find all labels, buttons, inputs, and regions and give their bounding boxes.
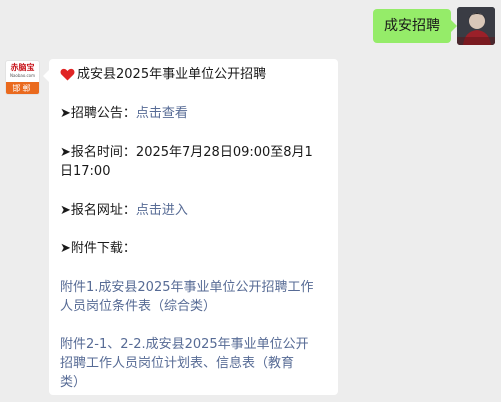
time-value-part2: 日17:00 — [60, 164, 111, 179]
bot-logo-top: 赤脑宝 Naobao.com — [6, 61, 39, 82]
notice-label: 招聘公告： — [70, 106, 136, 121]
attach-label: 附件下载： — [70, 241, 136, 256]
arrow-icon: ➤ — [60, 145, 71, 160]
incoming-message-bubble: 成安县2025年事业单位公开招聘 ➤招聘公告：点击查看 ➤报名时间：2025年7… — [43, 59, 338, 395]
attachment-2-link[interactable]: 附件2-1、2-2.成安县2025年事业单位公开 招聘工作人员岗位计划表、信息表… — [60, 335, 328, 392]
arrow-icon: ➤ — [60, 241, 71, 256]
outgoing-message-bubble[interactable]: 成安招聘 — [373, 9, 457, 43]
url-label: 报名网址： — [70, 203, 136, 218]
notice-link[interactable]: 点击查看 — [136, 106, 188, 121]
user-avatar[interactable] — [457, 7, 495, 45]
chat-window: 成安招聘 赤脑宝 Naobao.com 邯郸 成安县2025年事业单位公开招聘 … — [0, 0, 501, 402]
url-link[interactable]: 点击进入 — [136, 203, 188, 218]
attachment-2-line-1: 附件2-1、2-2.成安县2025年事业单位公开 — [60, 337, 309, 352]
attachment-2-line-2: 招聘工作人员岗位计划表、信息表（教育 — [60, 356, 295, 371]
time-row: ➤报名时间：2025年7月28日09:00至8月1 — [60, 143, 328, 162]
heart-icon — [60, 68, 75, 81]
attachment-1-line-1: 附件1.成安县2025年事业单位公开招聘工作 — [60, 280, 314, 295]
attach-row: ➤附件下载： — [60, 239, 328, 258]
time-value-part1: 2025年7月28日09:00至8月1 — [135, 145, 313, 160]
bot-avatar[interactable]: 赤脑宝 Naobao.com 邯郸 — [5, 60, 40, 95]
attachment-1-link[interactable]: 附件1.成安县2025年事业单位公开招聘工作 人员岗位条件表（综合类） — [60, 278, 328, 316]
url-row: ➤报名网址：点击进入 — [60, 201, 328, 220]
attachment-1-line-2: 人员岗位条件表（综合类） — [60, 299, 217, 314]
user-avatar-image — [457, 7, 495, 45]
message-title: 成安县2025年事业单位公开招聘 — [77, 67, 267, 82]
bot-logo-brand: 赤脑宝 — [10, 63, 35, 72]
bot-logo-city: 邯郸 — [6, 82, 39, 94]
time-label: 报名时间： — [70, 145, 136, 160]
notice-row: ➤招聘公告：点击查看 — [60, 104, 328, 123]
arrow-icon: ➤ — [60, 203, 71, 218]
bot-logo-subtitle: Naobao.com — [9, 73, 36, 78]
message-title-row: 成安县2025年事业单位公开招聘 — [60, 65, 328, 84]
arrow-icon: ➤ — [60, 106, 71, 121]
attachment-2-line-3: 类） — [60, 375, 87, 390]
